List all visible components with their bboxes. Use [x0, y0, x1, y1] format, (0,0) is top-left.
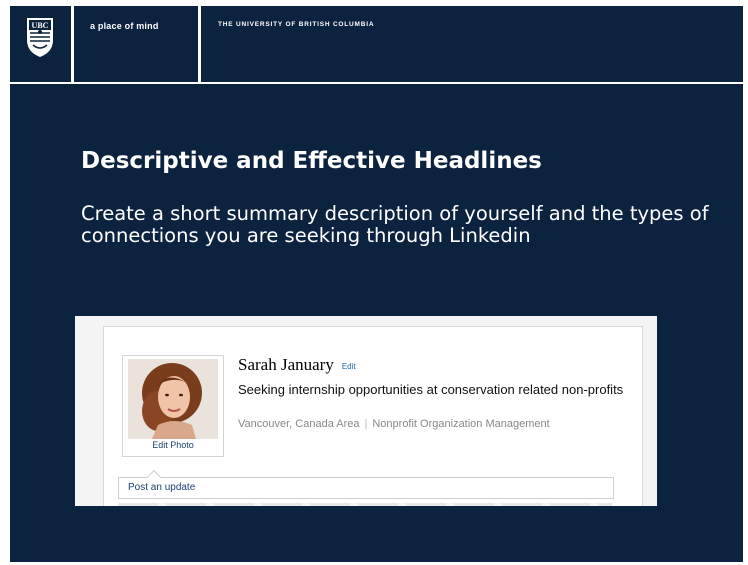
slide-body: Create a short summary description of yo…	[81, 202, 709, 247]
profile-name: Sarah January Edit	[238, 355, 356, 375]
header-divider	[198, 6, 201, 82]
post-update-link[interactable]: Post an update	[128, 482, 195, 493]
name-edit-link[interactable]: Edit	[342, 362, 356, 371]
faded-content-row	[118, 503, 612, 506]
profile-card: Edit Photo Sarah January Edit Seeking int…	[103, 326, 643, 506]
profile-location[interactable]: Vancouver, Canada Area	[238, 418, 360, 430]
profile-name-text: Sarah January	[238, 355, 334, 374]
post-update-box[interactable]: Post an update	[118, 469, 614, 499]
profile-industry[interactable]: Nonprofit Organization Management	[372, 418, 549, 430]
profile-meta: Vancouver, Canada Area | Nonprofit Organiz…	[238, 418, 550, 430]
meta-separator: |	[364, 418, 368, 430]
svg-text:UBC: UBC	[32, 21, 49, 30]
slide: UBC a place of mind THE UNIVERSITY OF BR…	[10, 6, 743, 562]
university-name: THE UNIVERSITY OF BRITISH COLUMBIA	[218, 21, 375, 28]
slide-title: Descriptive and Effective Headlines	[81, 148, 542, 174]
header-rule	[10, 82, 743, 84]
header-bar: UBC a place of mind THE UNIVERSITY OF BR…	[10, 6, 743, 82]
edit-photo-link[interactable]: Edit Photo	[123, 440, 223, 450]
profile-photo-frame: Edit Photo	[122, 355, 224, 457]
linkedin-profile-screenshot: Edit Photo Sarah January Edit Seeking int…	[75, 316, 657, 506]
header-divider	[71, 6, 74, 82]
tagline: a place of mind	[90, 21, 159, 31]
profile-headline: Seeking internship opportunities at cons…	[238, 382, 624, 397]
profile-photo	[128, 359, 218, 439]
ubc-crest-icon: UBC	[27, 18, 53, 57]
